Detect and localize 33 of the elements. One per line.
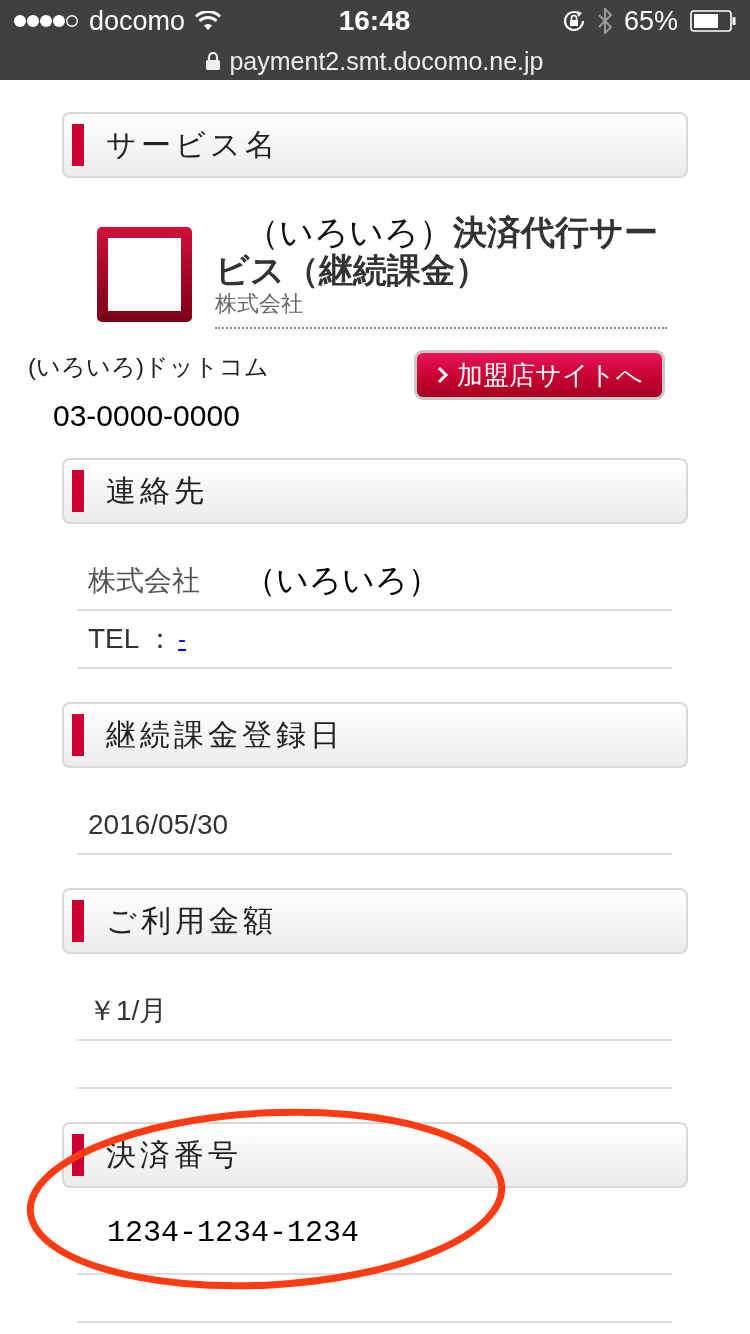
section-title: 決済番号: [106, 1136, 242, 1173]
wifi-icon: [195, 11, 222, 31]
bluetooth-icon: [597, 8, 612, 34]
section-title: ご利用金額: [106, 902, 277, 939]
section-title: サービス名: [106, 126, 279, 163]
section-title: 継続課金登録日: [106, 716, 344, 753]
merchant-site-button[interactable]: 加盟店サイトへ: [414, 350, 665, 400]
tel-label: TEL ：: [88, 622, 175, 656]
signal-icon: [13, 14, 79, 28]
chevron-icon: [436, 366, 449, 384]
company-label: 株式会社: [88, 564, 200, 598]
url-text[interactable]: payment2.smt.docomo.ne.jp: [229, 46, 544, 76]
carrier-name: docomo: [89, 5, 186, 37]
accent-bar-icon: [72, 124, 84, 166]
accent-bar-icon: [72, 470, 84, 512]
company-type: 株式会社: [215, 290, 304, 318]
clock-time: 16:48: [338, 5, 411, 37]
payment-number: 1234-1234-1234: [107, 1217, 360, 1249]
rotation-lock-icon: [561, 9, 586, 33]
accent-bar-icon: [72, 900, 84, 942]
phone-number: 03-0000-0000: [53, 398, 240, 434]
battery-icon: [690, 10, 736, 32]
logo-icon: [97, 227, 192, 322]
company-name: （いろいろ）: [244, 561, 440, 600]
accent-bar-icon: [72, 714, 84, 756]
lock-icon: [206, 52, 221, 70]
battery-percentage: 65%: [623, 5, 678, 37]
field-value: ￥1/月: [88, 994, 168, 1028]
service-title: （いろいろ）決済代行サービス（継続課金）: [215, 213, 659, 289]
section-title: 連絡先: [106, 472, 208, 509]
tel-link[interactable]: -: [178, 625, 187, 653]
merchant-name: (いろいろ)ドットコム: [28, 352, 269, 382]
field-value: 2016/05/30: [88, 809, 229, 841]
